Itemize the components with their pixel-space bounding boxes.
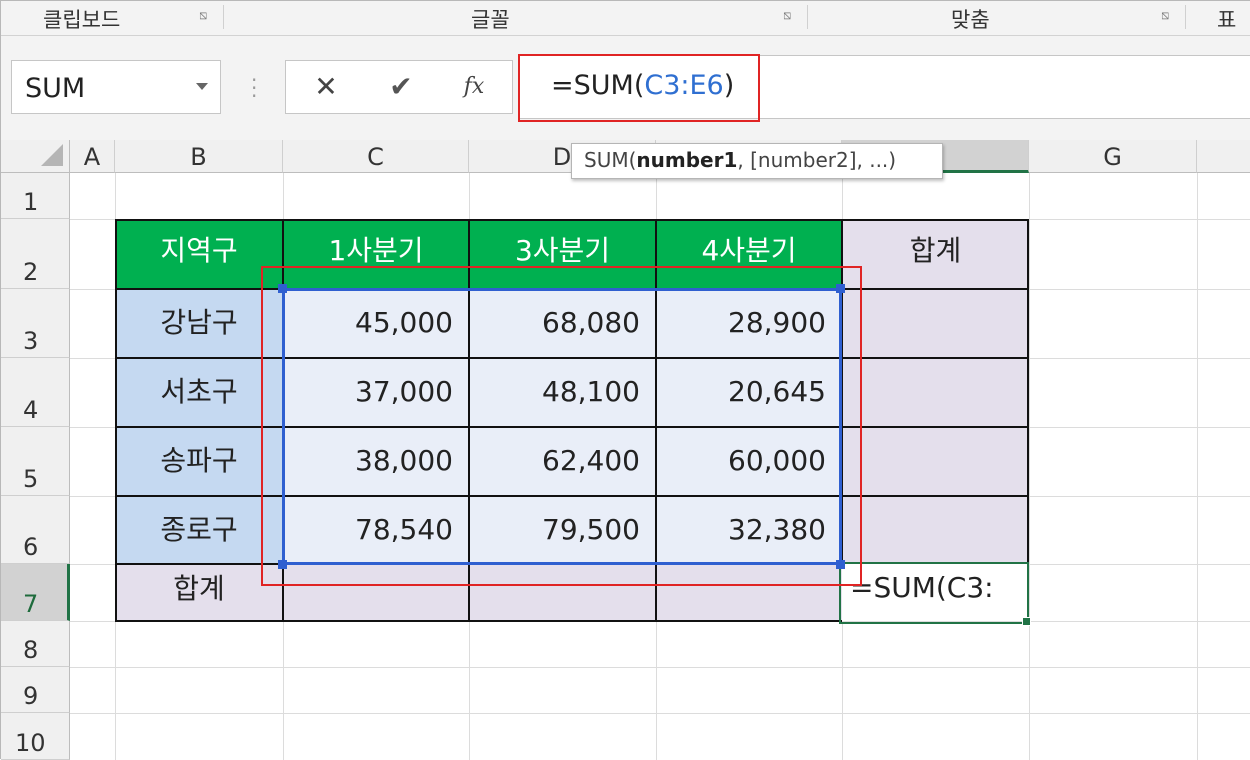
gridline xyxy=(70,667,1250,668)
row-header-2[interactable]: 2 xyxy=(1,219,70,289)
worksheet-grid[interactable]: A B C D E F G 1 2 3 4 5 6 7 8 9 10 xyxy=(1,140,1250,760)
font-launcher-icon[interactable]: ⧅ xyxy=(783,9,797,23)
total-cell[interactable] xyxy=(842,496,1029,564)
name-box-value: SUM xyxy=(25,73,86,104)
select-all-icon xyxy=(41,144,63,166)
ribbon-group-number[interactable]: 표 xyxy=(1217,4,1236,34)
row-header-4[interactable]: 4 xyxy=(1,358,70,427)
drag-handle-icon[interactable]: · · · xyxy=(251,70,257,106)
ribbon-separator xyxy=(1185,5,1186,29)
row-header-7[interactable]: 7 xyxy=(1,564,70,621)
alignment-launcher-icon[interactable]: ⧅ xyxy=(1161,9,1175,23)
column-header-C[interactable]: C xyxy=(283,140,469,173)
formula-highlight-box xyxy=(518,54,760,122)
header-cell-region[interactable]: 지역구 xyxy=(115,219,283,289)
chevron-down-icon[interactable] xyxy=(196,83,208,90)
ribbon-group-clipboard[interactable]: 클립보드 xyxy=(43,4,120,34)
cell-edit-text: =SUM(C3: xyxy=(850,571,994,604)
row-header-9[interactable]: 9 xyxy=(1,667,70,713)
row-label-cell[interactable]: 종로구 xyxy=(115,496,283,564)
tooltip-rest-args: , [number2], ...) xyxy=(737,148,897,172)
range-highlight-box xyxy=(261,266,862,586)
app-window: 클립보드 ⧅ 글꼴 ⧅ 맞춤 ⧅ 표 SUM · · · ✕ ✔ fx =SUM(C… xyxy=(0,0,1250,760)
table-border xyxy=(1027,219,1029,564)
row-header-10[interactable]: 10 xyxy=(1,713,70,760)
ribbon-group-font[interactable]: 글꼴 xyxy=(471,4,510,34)
insert-function-icon[interactable]: fx xyxy=(454,69,494,105)
row-label-cell[interactable]: 송파구 xyxy=(115,427,283,496)
table-border xyxy=(115,219,117,622)
formula-bar: SUM · · · ✕ ✔ fx =SUM(C3:E6) xyxy=(1,36,1250,140)
row-header-3[interactable]: 3 xyxy=(1,289,70,358)
formula-buttons: ✕ ✔ fx xyxy=(285,60,513,114)
gridline xyxy=(1029,173,1030,760)
function-tooltip[interactable]: SUM(number1, [number2], ...) xyxy=(571,143,943,179)
column-header-B[interactable]: B xyxy=(115,140,283,173)
ribbon-separator xyxy=(807,5,808,29)
clipboard-launcher-icon[interactable]: ⧅ xyxy=(199,9,213,23)
ribbon-group-alignment[interactable]: 맞춤 xyxy=(951,4,990,34)
select-all-corner[interactable] xyxy=(1,140,70,173)
ribbon-separator xyxy=(223,5,224,29)
tooltip-current-arg: number1 xyxy=(636,148,738,172)
row-label-cell[interactable]: 강남구 xyxy=(115,289,283,358)
table-border xyxy=(115,219,1029,221)
row-header-5[interactable]: 5 xyxy=(1,427,70,496)
total-cell[interactable] xyxy=(842,289,1029,358)
tooltip-function: SUM( xyxy=(584,148,637,172)
row-header-6[interactable]: 6 xyxy=(1,496,70,564)
name-box[interactable]: SUM xyxy=(11,60,221,114)
total-cell[interactable] xyxy=(842,427,1029,496)
column-header-A[interactable]: A xyxy=(70,140,115,173)
total-label-cell[interactable]: 합계 xyxy=(115,564,283,621)
cancel-icon[interactable]: ✕ xyxy=(306,69,346,105)
total-cell[interactable] xyxy=(842,358,1029,427)
column-header-H[interactable] xyxy=(1197,140,1250,173)
ribbon-group-bar: 클립보드 ⧅ 글꼴 ⧅ 맞춤 ⧅ 표 xyxy=(1,1,1250,36)
table-border xyxy=(115,620,842,622)
row-label-cell[interactable]: 서초구 xyxy=(115,358,283,427)
row-header-1[interactable]: 1 xyxy=(1,173,70,219)
header-cell-total[interactable]: 합계 xyxy=(842,219,1029,289)
check-icon[interactable]: ✔ xyxy=(381,69,421,105)
fill-handle[interactable] xyxy=(1022,617,1031,626)
column-header-G[interactable]: G xyxy=(1029,140,1197,173)
gridline xyxy=(70,713,1250,714)
row-header-8[interactable]: 8 xyxy=(1,621,70,667)
gridline xyxy=(1197,173,1198,760)
